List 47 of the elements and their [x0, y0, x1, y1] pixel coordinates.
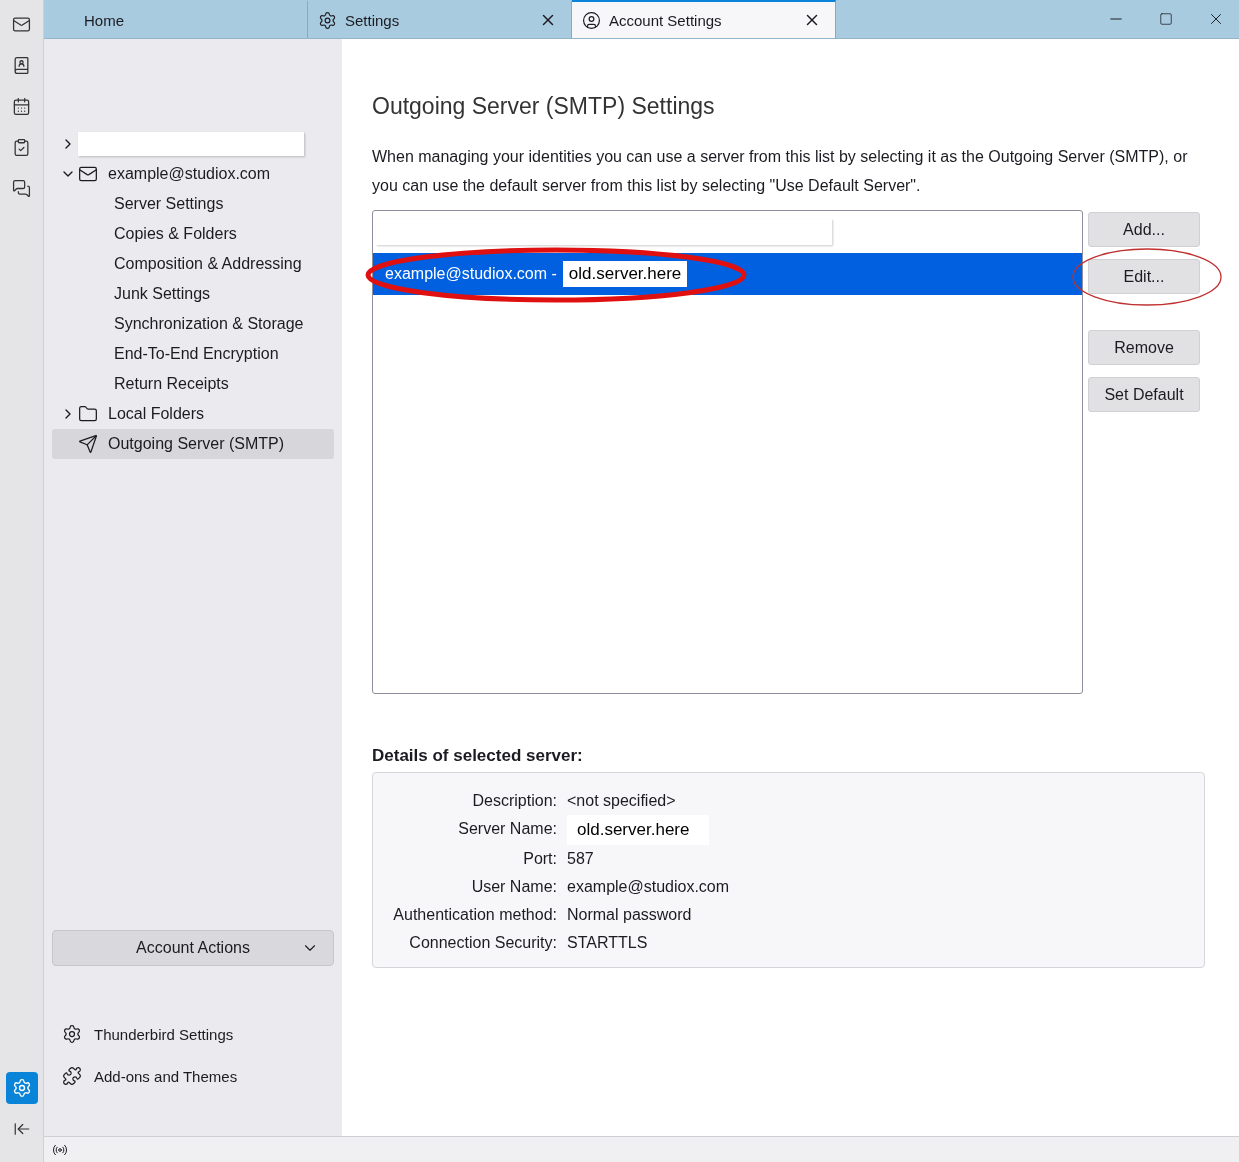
field-value: example@studiox.com: [567, 877, 731, 897]
mail-icon: [78, 164, 98, 184]
list-button[interactable]: Edit...: [1088, 259, 1200, 294]
maximize-icon[interactable]: [1159, 12, 1173, 26]
field-label: User Name:: [470, 877, 557, 897]
field-label: Description:: [471, 791, 557, 811]
server-row[interactable]: example@studiox.com - old.server.here: [373, 253, 1082, 295]
field-label: Authentication method:: [392, 905, 557, 925]
settings-icon: [62, 1024, 82, 1044]
sidebar-item[interactable]: Composition & Addressing: [52, 249, 334, 279]
sidebar-item[interactable]: Junk Settings: [52, 279, 334, 309]
settings-icon: [318, 10, 337, 30]
tab[interactable]: Account Settings: [572, 0, 836, 38]
field-value: 587: [567, 849, 595, 869]
sidebar-item[interactable]: Return Receipts: [52, 369, 334, 399]
sidebar-item[interactable]: Synchronization & Storage: [52, 309, 334, 339]
field-label: Port:: [522, 849, 557, 869]
field-value: Normal password: [567, 905, 693, 925]
link-label: Thunderbird Settings: [94, 1025, 234, 1043]
sidebar-item[interactable]: example@studiox.com: [52, 159, 334, 189]
sidebar-item[interactable]: End-To-End Encryption: [52, 339, 334, 369]
sidebar-item[interactable]: Outgoing Server (SMTP): [52, 429, 334, 459]
field-value: <not specified>: [567, 791, 677, 811]
settings-icon[interactable]: [5, 1072, 38, 1104]
tab[interactable]: Home: [44, 0, 308, 38]
field-label: Server Name:: [457, 819, 557, 839]
details-heading: Details of selected server:: [372, 746, 584, 766]
list-button[interactable]: Add...: [1088, 212, 1200, 247]
redaction-label: old.server.here: [567, 815, 710, 845]
account-actions-button[interactable]: Account Actions: [52, 930, 334, 966]
link-label: Add-ons and Themes: [94, 1067, 238, 1085]
sidebar-item[interactable]: Local Folders: [52, 399, 334, 429]
settings-link[interactable]: Thunderbird Settings: [52, 1024, 334, 1044]
puzzle-icon: [62, 1066, 82, 1086]
field-value: STARTTLS: [567, 933, 649, 953]
folder-icon: [78, 404, 98, 424]
description-text: When managing your identities you can use a server from this list by selecting it as the Outgoing Server (SMTP), or you can use the default server from this list by selecting "Use Default Server".: [372, 147, 1189, 196]
sidebar-item[interactable]: Server Settings: [52, 189, 334, 219]
send-icon: [78, 434, 98, 454]
list-button[interactable]: Remove: [1088, 330, 1200, 365]
redaction-label: old.server.here: [562, 261, 688, 287]
sidebar-item[interactable]: Copies & Folders: [52, 219, 334, 249]
field-label: Connection Security:: [408, 933, 557, 953]
list-button[interactable]: Set Default: [1088, 377, 1200, 412]
settings-link[interactable]: Add-ons and Themes: [52, 1066, 334, 1086]
user-circle-icon: [582, 10, 601, 30]
page-title: Outgoing Server (SMTP) Settings: [372, 93, 716, 120]
